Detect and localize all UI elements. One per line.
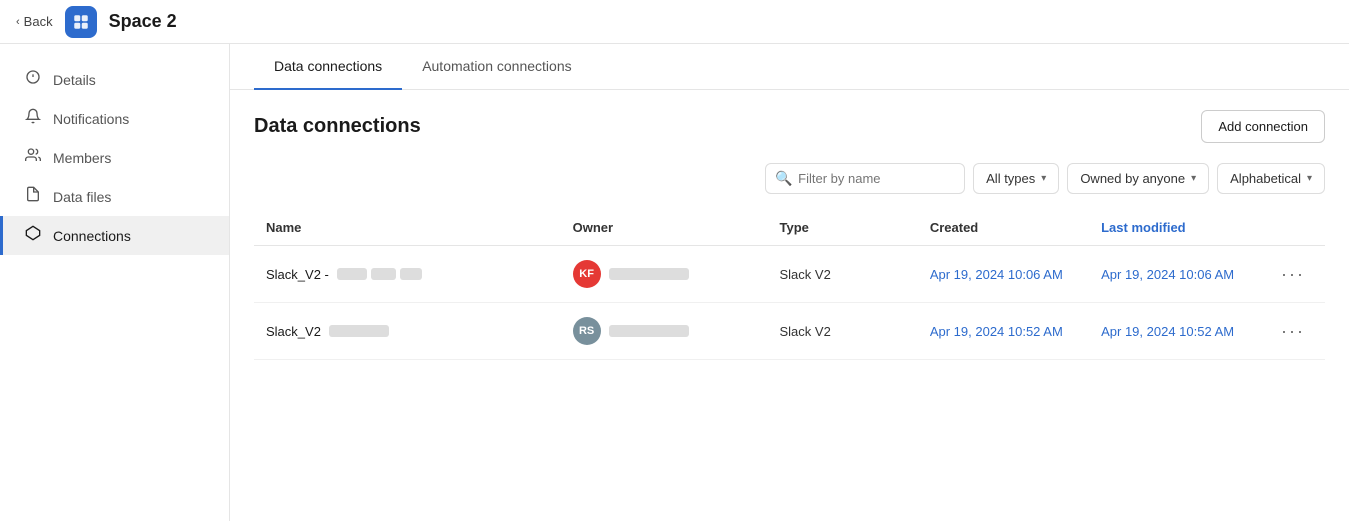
sidebar-item-label: Details: [53, 72, 96, 88]
cell-type: Slack V2: [768, 246, 918, 303]
cell-type: Slack V2: [768, 303, 918, 360]
avatar: RS: [573, 317, 601, 345]
file-icon: [23, 186, 43, 207]
more-options-button[interactable]: ···: [1273, 319, 1313, 344]
sidebar-item-label: Data files: [53, 189, 111, 205]
sidebar-item-details[interactable]: Details: [0, 60, 229, 99]
col-header-last-modified: Last modified: [1089, 210, 1261, 246]
chevron-left-icon: ‹: [16, 16, 20, 28]
cell-created: Apr 19, 2024 10:52 AM: [918, 303, 1089, 360]
add-connection-button[interactable]: Add connection: [1201, 110, 1325, 143]
main-layout: Details Notifications Members: [0, 44, 1349, 521]
table-row: Slack_V2 RS Slack V2 Apr 19, 2024 10:52 A…: [254, 303, 1325, 360]
col-header-owner: Owner: [561, 210, 768, 246]
owner-cell: RS: [573, 317, 756, 345]
sidebar-item-data-files[interactable]: Data files: [0, 177, 229, 216]
chevron-down-icon: ▾: [1307, 173, 1312, 184]
sidebar-item-members[interactable]: Members: [0, 138, 229, 177]
page-title: Data connections: [254, 115, 421, 138]
sort-dropdown[interactable]: Alphabetical ▾: [1217, 163, 1325, 194]
chevron-down-icon: ▾: [1191, 173, 1196, 184]
filter-row: 🔍 All types ▾ Owned by anyone ▾ Alphabet…: [254, 163, 1325, 194]
created-date-link[interactable]: Apr 19, 2024 10:06 AM: [930, 267, 1063, 282]
col-header-action: [1261, 210, 1325, 246]
tab-automation-connections[interactable]: Automation connections: [402, 44, 591, 90]
owner-name-placeholder: [609, 325, 689, 337]
placeholder-block: [329, 325, 389, 337]
content-body: Data connections Add connection 🔍 All ty…: [230, 90, 1349, 521]
tab-data-connections[interactable]: Data connections: [254, 44, 402, 90]
back-label: Back: [24, 14, 53, 29]
sidebar-item-label: Members: [53, 150, 111, 166]
cell-owner: KF: [561, 246, 768, 303]
cell-last-modified: Apr 19, 2024 10:52 AM: [1089, 303, 1261, 360]
owner-name-placeholder: [609, 268, 689, 280]
sidebar-item-label: Connections: [53, 228, 131, 244]
created-date-link[interactable]: Apr 19, 2024 10:52 AM: [930, 324, 1063, 339]
table-header-row: Name Owner Type Created Last modified: [254, 210, 1325, 246]
more-options-button[interactable]: ···: [1273, 262, 1313, 287]
sidebar: Details Notifications Members: [0, 44, 230, 521]
connection-name-text: Slack_V2 -: [266, 267, 329, 282]
connections-table: Name Owner Type Created Last modified: [254, 210, 1325, 360]
search-wrapper: 🔍: [765, 163, 965, 194]
top-header: ‹ Back Space 2: [0, 0, 1349, 44]
owned-by-label: Owned by anyone: [1080, 171, 1185, 186]
placeholder-block: [609, 325, 689, 337]
cell-created: Apr 19, 2024 10:06 AM: [918, 246, 1089, 303]
owned-by-dropdown[interactable]: Owned by anyone ▾: [1067, 163, 1209, 194]
cell-last-modified: Apr 19, 2024 10:06 AM: [1089, 246, 1261, 303]
members-icon: [23, 147, 43, 168]
tabs-bar: Data connections Automation connections: [230, 44, 1349, 90]
content-area: Data connections Automation connections …: [230, 44, 1349, 521]
connection-name-cell: Slack_V2: [266, 324, 549, 339]
cell-owner: RS: [561, 303, 768, 360]
name-placeholder: [329, 325, 389, 337]
owner-cell: KF: [573, 260, 756, 288]
sidebar-item-notifications[interactable]: Notifications: [0, 99, 229, 138]
avatar: KF: [573, 260, 601, 288]
col-header-name: Name: [254, 210, 561, 246]
sort-label: Alphabetical: [1230, 171, 1301, 186]
all-types-dropdown[interactable]: All types ▾: [973, 163, 1059, 194]
cell-action: ···: [1261, 246, 1325, 303]
placeholder-block: [609, 268, 689, 280]
connections-icon: [23, 225, 43, 246]
space-icon: [65, 6, 97, 38]
placeholder-block: [371, 268, 396, 280]
cell-action: ···: [1261, 303, 1325, 360]
cell-name: Slack_V2 -: [254, 246, 561, 303]
col-header-created: Created: [918, 210, 1089, 246]
col-header-type: Type: [768, 210, 918, 246]
search-icon: 🔍: [775, 170, 792, 187]
all-types-label: All types: [986, 171, 1035, 186]
name-placeholder: [337, 268, 422, 280]
bell-icon: [23, 108, 43, 129]
cell-name: Slack_V2: [254, 303, 561, 360]
last-modified-date-link[interactable]: Apr 19, 2024 10:52 AM: [1101, 324, 1234, 339]
sidebar-item-connections[interactable]: Connections: [0, 216, 229, 255]
back-button[interactable]: ‹ Back: [16, 14, 53, 29]
details-icon: [23, 69, 43, 90]
last-modified-date-link[interactable]: Apr 19, 2024 10:06 AM: [1101, 267, 1234, 282]
connection-name-cell: Slack_V2 -: [266, 267, 549, 282]
table-row: Slack_V2 - KF Slack V2 Apr 19, 2024 10:06…: [254, 246, 1325, 303]
sidebar-item-label: Notifications: [53, 111, 129, 127]
page-title-row: Data connections Add connection: [254, 110, 1325, 143]
search-input[interactable]: [765, 163, 965, 194]
space-title: Space 2: [109, 11, 177, 32]
placeholder-block: [400, 268, 422, 280]
chevron-down-icon: ▾: [1041, 173, 1046, 184]
placeholder-block: [337, 268, 367, 280]
connection-name-text: Slack_V2: [266, 324, 321, 339]
